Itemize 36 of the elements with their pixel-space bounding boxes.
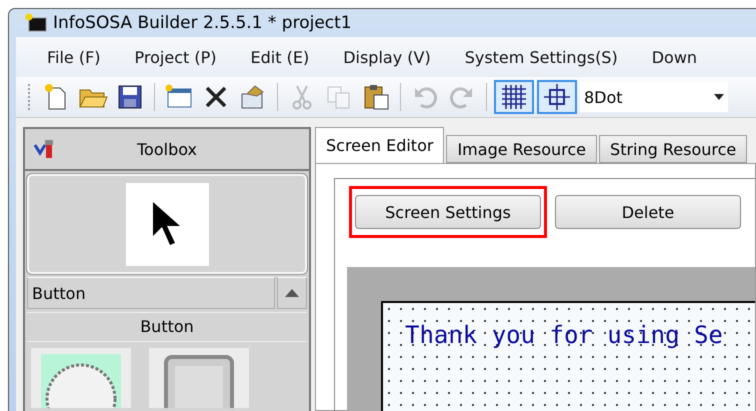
round-button-tool[interactable] <box>31 348 131 408</box>
window-title: InfoSOSA Builder 2.5.5.1 * project1 <box>53 13 352 33</box>
menu-item[interactable]: System Settings(S) <box>448 48 635 66</box>
menu-item[interactable]: Project (P) <box>118 48 234 66</box>
category-selector[interactable]: Button <box>27 277 275 309</box>
menu-item[interactable]: Display (V) <box>326 48 448 66</box>
action-button[interactable]: Screen Settings <box>355 195 541 229</box>
redo-icon <box>450 85 474 109</box>
dropdown-arrow-icon <box>714 94 724 100</box>
grid-button[interactable] <box>494 80 534 114</box>
snap-button[interactable] <box>537 80 577 114</box>
action-button[interactable]: Delete <box>555 195 741 229</box>
save-icon <box>117 84 143 110</box>
group-header: Button <box>27 312 307 342</box>
menu-item[interactable]: Down <box>634 48 714 66</box>
copy-icon <box>326 84 352 110</box>
toolbox-title: Toolbox <box>136 140 198 158</box>
menu-item[interactable]: File (F) <box>30 48 118 66</box>
square-button-tool[interactable] <box>149 348 249 408</box>
paste-icon <box>362 83 390 111</box>
menu-item[interactable]: Edit (E) <box>234 48 326 66</box>
collapse-button[interactable] <box>277 277 307 309</box>
cross-icon <box>203 84 229 110</box>
undo-icon <box>413 85 437 109</box>
grid-icon <box>500 83 528 111</box>
grid-size-dropdown[interactable]: 8Dot <box>580 82 728 112</box>
tab[interactable]: Screen Editor <box>315 127 444 163</box>
tools-icon <box>33 139 55 159</box>
tab[interactable]: String Resource <box>599 135 748 163</box>
tab[interactable]: Image Resource <box>446 135 598 163</box>
app-icon <box>25 13 47 33</box>
up-arrow-icon <box>285 289 299 297</box>
screen-icon <box>165 84 193 110</box>
cut-icon <box>291 84 313 110</box>
canvas-text: Thank you for using Se <box>405 321 723 349</box>
snap-icon <box>543 83 571 111</box>
